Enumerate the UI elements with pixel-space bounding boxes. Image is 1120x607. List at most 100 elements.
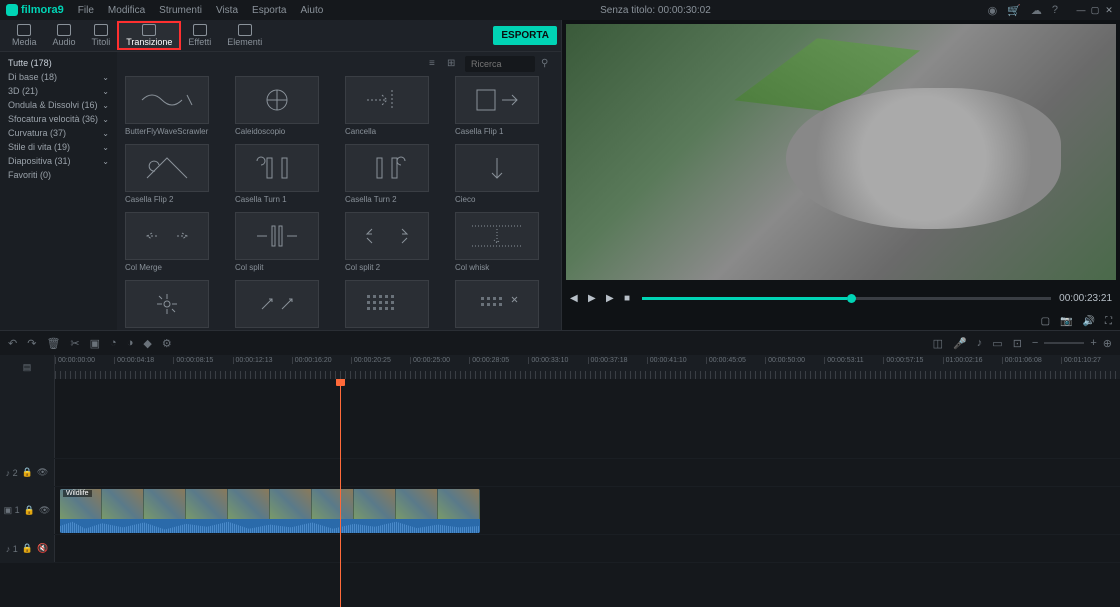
sidebar-item-ondula[interactable]: Ondula & Dissolvi (16)⌄ <box>0 98 117 112</box>
eye-icon[interactable]: 👁 <box>39 505 50 516</box>
track-head-audio1[interactable]: ♪ 1 🔒 🔇 <box>0 535 55 562</box>
tab-titoli[interactable]: Titoli <box>84 22 119 49</box>
tracks-toggle[interactable]: ▤ <box>0 355 55 379</box>
snap-icon[interactable]: ⊡ <box>1013 337 1022 350</box>
undo-icon[interactable]: ↶ <box>8 337 17 350</box>
zoom-slider[interactable] <box>1044 342 1084 344</box>
audio-waveform <box>60 519 480 533</box>
next-button[interactable]: ▶ <box>606 293 616 303</box>
transition-label: Cieco <box>455 195 553 204</box>
sidebar-item-diapositiva[interactable]: Diapositiva (31)⌄ <box>0 154 117 168</box>
crop-icon[interactable]: ▣ <box>90 337 100 350</box>
chevron-down-icon: ⌄ <box>102 73 109 82</box>
transition-thumb[interactable]: Col whisk <box>455 212 553 272</box>
sidebar-item-dibase[interactable]: Di base (18)⌄ <box>0 70 117 84</box>
zoom-fit-icon[interactable]: ⊕ <box>1103 337 1112 350</box>
tab-effetti[interactable]: Effetti <box>180 22 219 49</box>
menu-vista[interactable]: Vista <box>216 5 238 16</box>
zoom-out-icon[interactable]: − <box>1032 337 1038 349</box>
transition-thumb[interactable]: Casella Turn 1 <box>235 144 333 204</box>
stop-button[interactable]: ■ <box>624 293 634 303</box>
transition-thumb[interactable]: CrazyParametricFun <box>125 280 223 330</box>
sidebar-item-sfocatura[interactable]: Sfocatura velocità (36)⌄ <box>0 112 117 126</box>
track-head-audio2[interactable]: ♪ 2 🔒 👁 <box>0 459 55 486</box>
transition-thumb[interactable]: Caleidoscopio <box>235 76 333 136</box>
cloud-icon[interactable]: ☁ <box>1031 4 1042 17</box>
sidebar-item-tutte[interactable]: Tutte (178) <box>0 56 117 70</box>
timeline-clip[interactable]: Wildlife <box>60 489 480 533</box>
export-button[interactable]: ESPORTA <box>493 26 557 45</box>
tab-audio[interactable]: Audio <box>45 22 84 49</box>
transition-label: ButterFlyWaveScrawler <box>125 127 223 136</box>
mic-icon[interactable]: 🎤 <box>953 337 967 350</box>
color-icon[interactable]: ◑ <box>127 337 134 349</box>
mute-icon[interactable]: 🔇 <box>37 543 48 554</box>
close-icon[interactable]: ✕ <box>1104 5 1114 15</box>
progress-bar[interactable] <box>642 297 1051 300</box>
transition-thumb[interactable]: ButterFlyWaveScrawler <box>125 76 223 136</box>
user-icon[interactable]: ◉ <box>988 4 998 17</box>
sidebar-item-curvatura[interactable]: Curvatura (37)⌄ <box>0 126 117 140</box>
maximize-icon[interactable]: ▢ <box>1090 5 1100 15</box>
ruler-mark: 00:01:06:08 <box>1002 357 1061 364</box>
camera-icon[interactable]: 📷 <box>1060 316 1072 327</box>
keyframe-icon[interactable]: ◆ <box>143 337 151 350</box>
transition-thumb[interactable]: Casella Flip 1 <box>455 76 553 136</box>
menu-file[interactable]: File <box>78 5 94 16</box>
marker-icon[interactable]: ◫ <box>933 337 943 350</box>
transition-thumb[interactable]: Col Merge <box>125 212 223 272</box>
transition-thumb[interactable]: Cross merge <box>235 280 333 330</box>
menu-strumenti[interactable]: Strumenti <box>159 5 202 16</box>
eye-icon[interactable]: 👁 <box>37 467 48 478</box>
search-icon[interactable]: ⚲ <box>541 58 553 70</box>
menu-modifica[interactable]: Modifica <box>108 5 145 16</box>
lock-icon[interactable]: 🔒 <box>22 467 33 478</box>
prev-button[interactable]: ◀ <box>570 293 580 303</box>
menu-esporta[interactable]: Esporta <box>252 5 286 16</box>
transition-thumb[interactable]: Col split 2 <box>345 212 443 272</box>
transition-thumb[interactable]: Casella Turn 2 <box>345 144 443 204</box>
mixer-icon[interactable]: ♪ <box>977 337 983 349</box>
video-preview <box>566 24 1116 280</box>
redo-icon[interactable]: ↷ <box>27 337 36 350</box>
render-icon[interactable]: ▭ <box>992 337 1002 350</box>
cut-icon[interactable]: ✂ <box>70 337 79 350</box>
volume-icon[interactable]: 🔊 <box>1083 316 1095 327</box>
adjust-icon[interactable]: ⚙ <box>162 337 172 350</box>
transition-thumb[interactable]: Casella Flip 2 <box>125 144 223 204</box>
minimize-icon[interactable]: — <box>1076 5 1086 15</box>
transition-thumb[interactable]: Col split <box>235 212 333 272</box>
sort-icon[interactable]: ≡ <box>429 58 441 70</box>
help-icon[interactable]: ? <box>1052 4 1058 16</box>
transition-thumb[interactable]: Cross shutter 2 <box>455 280 553 330</box>
track-head-video1[interactable]: ▣ 1 🔒 👁 <box>0 487 55 534</box>
transition-thumb[interactable]: Cross shutter 1 <box>345 280 443 330</box>
ruler-mark: 00:00:25:00 <box>410 357 469 364</box>
transition-label: Cancella <box>345 127 443 136</box>
sidebar-item-3d[interactable]: 3D (21)⌄ <box>0 84 117 98</box>
transition-label: Casella Flip 1 <box>455 127 553 136</box>
lock-icon[interactable]: 🔒 <box>24 505 35 516</box>
cart-icon[interactable]: 🛒 <box>1007 4 1021 17</box>
transition-thumb[interactable]: Cieco <box>455 144 553 204</box>
tab-elementi[interactable]: Elementi <box>219 22 270 49</box>
playhead-dot[interactable] <box>847 294 856 303</box>
lock-icon[interactable]: 🔒 <box>22 543 33 554</box>
playhead[interactable] <box>340 379 341 607</box>
sidebar-item-stiledivita[interactable]: Stile di vita (19)⌄ <box>0 140 117 154</box>
tab-transizione[interactable]: Transizione <box>118 22 180 49</box>
sidebar-item-favoriti[interactable]: Favoriti (0) <box>0 168 117 182</box>
menu-aiuto[interactable]: Aiuto <box>301 5 324 16</box>
grid-icon[interactable]: ⊞ <box>447 58 459 70</box>
screen-icon[interactable]: ▢ <box>1041 316 1050 327</box>
text-icon <box>94 24 108 36</box>
speed-icon[interactable]: ◔ <box>110 337 117 349</box>
zoom-in-icon[interactable]: + <box>1090 337 1096 349</box>
search-input[interactable] <box>465 56 535 72</box>
play-button[interactable]: ▶ <box>588 293 598 303</box>
tab-media[interactable]: Media <box>4 22 45 49</box>
timeline-ruler[interactable]: 00:00:00:0000:00:04:1800:00:08:1500:00:1… <box>55 355 1120 379</box>
fullscreen-icon[interactable]: ⛶ <box>1105 316 1112 327</box>
delete-icon[interactable]: 🗑 <box>46 337 60 350</box>
transition-thumb[interactable]: Cancella <box>345 76 443 136</box>
